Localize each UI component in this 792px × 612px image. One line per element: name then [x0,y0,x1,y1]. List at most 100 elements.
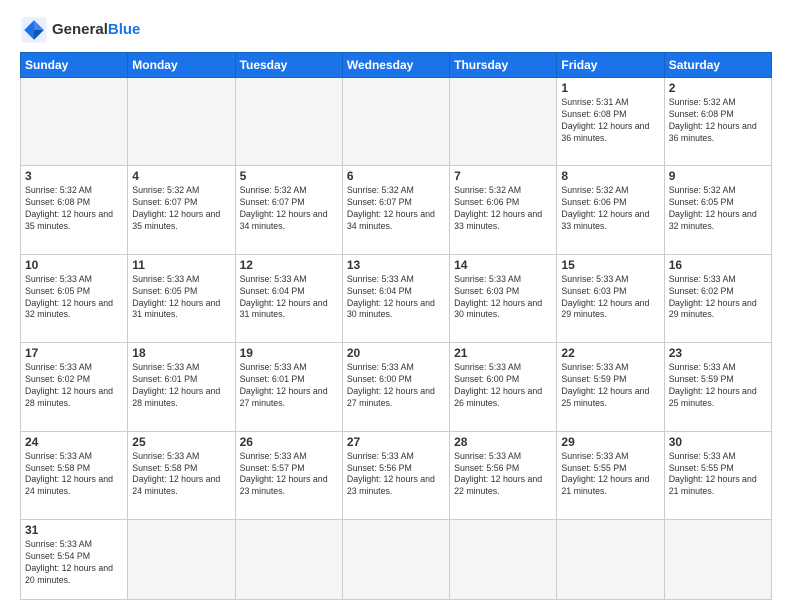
day-info: Sunrise: 5:33 AM Sunset: 5:58 PM Dayligh… [132,451,230,499]
day-number: 6 [347,169,445,183]
week-row-5: 24Sunrise: 5:33 AM Sunset: 5:58 PM Dayli… [21,431,772,519]
day-number: 9 [669,169,767,183]
calendar-cell: 17 Sunrise: 5:33 AM Sunset: 6:02 PM Dayli… [21,343,128,431]
weekday-header-friday: Friday [557,53,664,78]
week-row-2: 3 Sunrise: 5:32 AM Sunset: 6:08 PM Daylig… [21,166,772,254]
day-info: Sunrise: 5:32 AM Sunset: 6:07 PM Dayligh… [347,185,445,233]
day-number: 20 [347,346,445,360]
day-info: Sunrise: 5:32 AM Sunset: 6:07 PM Dayligh… [240,185,338,233]
calendar-cell: 28Sunrise: 5:33 AM Sunset: 5:56 PM Dayli… [450,431,557,519]
calendar-cell: 20 Sunrise: 5:33 AM Sunset: 6:00 PM Dayli… [342,343,449,431]
day-number: 31 [25,523,123,537]
calendar-cell [21,78,128,166]
day-number: 4 [132,169,230,183]
day-number: 1 [561,81,659,95]
day-info: Sunrise: 5:31 AM Sunset: 6:08 PM Dayligh… [561,97,659,145]
day-number: 17 [25,346,123,360]
calendar-cell: 18 Sunrise: 5:33 AM Sunset: 6:01 PM Dayli… [128,343,235,431]
day-info: Sunrise: 5:33 AM Sunset: 5:56 PM Dayligh… [347,451,445,499]
calendar-cell: 13Sunrise: 5:33 AM Sunset: 6:04 PM Dayli… [342,254,449,342]
day-number: 18 [132,346,230,360]
day-info: Sunrise: 5:32 AM Sunset: 6:08 PM Dayligh… [25,185,123,233]
calendar-cell: 23 Sunrise: 5:33 AM Sunset: 5:59 PM Dayli… [664,343,771,431]
day-info: Sunrise: 5:33 AM Sunset: 6:02 PM Dayligh… [669,274,767,322]
calendar-cell: 11 Sunrise: 5:33 AM Sunset: 6:05 PM Dayli… [128,254,235,342]
day-info: Sunrise: 5:33 AM Sunset: 6:02 PM Dayligh… [25,362,123,410]
calendar-page: GeneralBlue SundayMondayTuesdayWednesday… [0,0,792,612]
calendar-cell [235,78,342,166]
day-number: 26 [240,435,338,449]
day-info: Sunrise: 5:33 AM Sunset: 6:05 PM Dayligh… [132,274,230,322]
day-number: 5 [240,169,338,183]
week-row-6: 31Sunrise: 5:33 AM Sunset: 5:54 PM Dayli… [21,520,772,600]
week-row-1: 1 Sunrise: 5:31 AM Sunset: 6:08 PM Daylig… [21,78,772,166]
calendar-cell: 27 Sunrise: 5:33 AM Sunset: 5:56 PM Dayli… [342,431,449,519]
weekday-header-row: SundayMondayTuesdayWednesdayThursdayFrid… [21,53,772,78]
calendar-cell [128,520,235,600]
calendar-cell: 10 Sunrise: 5:33 AM Sunset: 6:05 PM Dayli… [21,254,128,342]
calendar-cell [128,78,235,166]
calendar-cell: 22Sunrise: 5:33 AM Sunset: 5:59 PM Dayli… [557,343,664,431]
calendar-cell: 16 Sunrise: 5:33 AM Sunset: 6:02 PM Dayli… [664,254,771,342]
calendar-cell: 26Sunrise: 5:33 AM Sunset: 5:57 PM Dayli… [235,431,342,519]
calendar-cell: 8Sunrise: 5:32 AM Sunset: 6:06 PM Daylig… [557,166,664,254]
day-info: Sunrise: 5:33 AM Sunset: 6:00 PM Dayligh… [347,362,445,410]
day-number: 30 [669,435,767,449]
calendar-cell [450,78,557,166]
week-row-3: 10 Sunrise: 5:33 AM Sunset: 6:05 PM Dayli… [21,254,772,342]
day-info: Sunrise: 5:32 AM Sunset: 6:06 PM Dayligh… [454,185,552,233]
calendar-cell [342,78,449,166]
day-info: Sunrise: 5:33 AM Sunset: 6:01 PM Dayligh… [132,362,230,410]
calendar-cell: 19 Sunrise: 5:33 AM Sunset: 6:01 PM Dayli… [235,343,342,431]
calendar-cell: 30 Sunrise: 5:33 AM Sunset: 5:55 PM Dayli… [664,431,771,519]
day-info: Sunrise: 5:33 AM Sunset: 6:01 PM Dayligh… [240,362,338,410]
logo: GeneralBlue [20,16,140,44]
day-info: Sunrise: 5:33 AM Sunset: 5:59 PM Dayligh… [669,362,767,410]
day-info: Sunrise: 5:33 AM Sunset: 6:04 PM Dayligh… [347,274,445,322]
day-info: Sunrise: 5:33 AM Sunset: 5:56 PM Dayligh… [454,451,552,499]
calendar-cell [450,520,557,600]
calendar-cell: 2 Sunrise: 5:32 AM Sunset: 6:08 PM Daylig… [664,78,771,166]
weekday-header-sunday: Sunday [21,53,128,78]
day-info: Sunrise: 5:33 AM Sunset: 6:05 PM Dayligh… [25,274,123,322]
day-info: Sunrise: 5:32 AM Sunset: 6:06 PM Dayligh… [561,185,659,233]
day-number: 19 [240,346,338,360]
day-info: Sunrise: 5:33 AM Sunset: 5:55 PM Dayligh… [669,451,767,499]
day-number: 7 [454,169,552,183]
calendar-cell: 7 Sunrise: 5:32 AM Sunset: 6:06 PM Daylig… [450,166,557,254]
day-number: 21 [454,346,552,360]
day-number: 27 [347,435,445,449]
calendar-table: SundayMondayTuesdayWednesdayThursdayFrid… [20,52,772,600]
day-number: 22 [561,346,659,360]
day-number: 23 [669,346,767,360]
day-number: 10 [25,258,123,272]
day-info: Sunrise: 5:32 AM Sunset: 6:08 PM Dayligh… [669,97,767,145]
week-row-4: 17 Sunrise: 5:33 AM Sunset: 6:02 PM Dayli… [21,343,772,431]
day-number: 25 [132,435,230,449]
day-info: Sunrise: 5:32 AM Sunset: 6:07 PM Dayligh… [132,185,230,233]
day-info: Sunrise: 5:33 AM Sunset: 5:55 PM Dayligh… [561,451,659,499]
day-info: Sunrise: 5:32 AM Sunset: 6:05 PM Dayligh… [669,185,767,233]
calendar-cell [235,520,342,600]
day-number: 3 [25,169,123,183]
calendar-cell: 6 Sunrise: 5:32 AM Sunset: 6:07 PM Daylig… [342,166,449,254]
day-info: Sunrise: 5:33 AM Sunset: 6:03 PM Dayligh… [561,274,659,322]
calendar-cell [664,520,771,600]
day-number: 16 [669,258,767,272]
day-number: 14 [454,258,552,272]
day-number: 29 [561,435,659,449]
calendar-cell: 15Sunrise: 5:33 AM Sunset: 6:03 PM Dayli… [557,254,664,342]
calendar-cell: 21Sunrise: 5:33 AM Sunset: 6:00 PM Dayli… [450,343,557,431]
day-number: 2 [669,81,767,95]
weekday-header-wednesday: Wednesday [342,53,449,78]
header: GeneralBlue [20,16,772,44]
weekday-header-thursday: Thursday [450,53,557,78]
day-number: 11 [132,258,230,272]
weekday-header-monday: Monday [128,53,235,78]
calendar-cell: 31Sunrise: 5:33 AM Sunset: 5:54 PM Dayli… [21,520,128,600]
logo-icon [20,16,48,44]
weekday-header-tuesday: Tuesday [235,53,342,78]
calendar-cell: 5 Sunrise: 5:32 AM Sunset: 6:07 PM Daylig… [235,166,342,254]
calendar-cell [557,520,664,600]
calendar-cell: 1 Sunrise: 5:31 AM Sunset: 6:08 PM Daylig… [557,78,664,166]
